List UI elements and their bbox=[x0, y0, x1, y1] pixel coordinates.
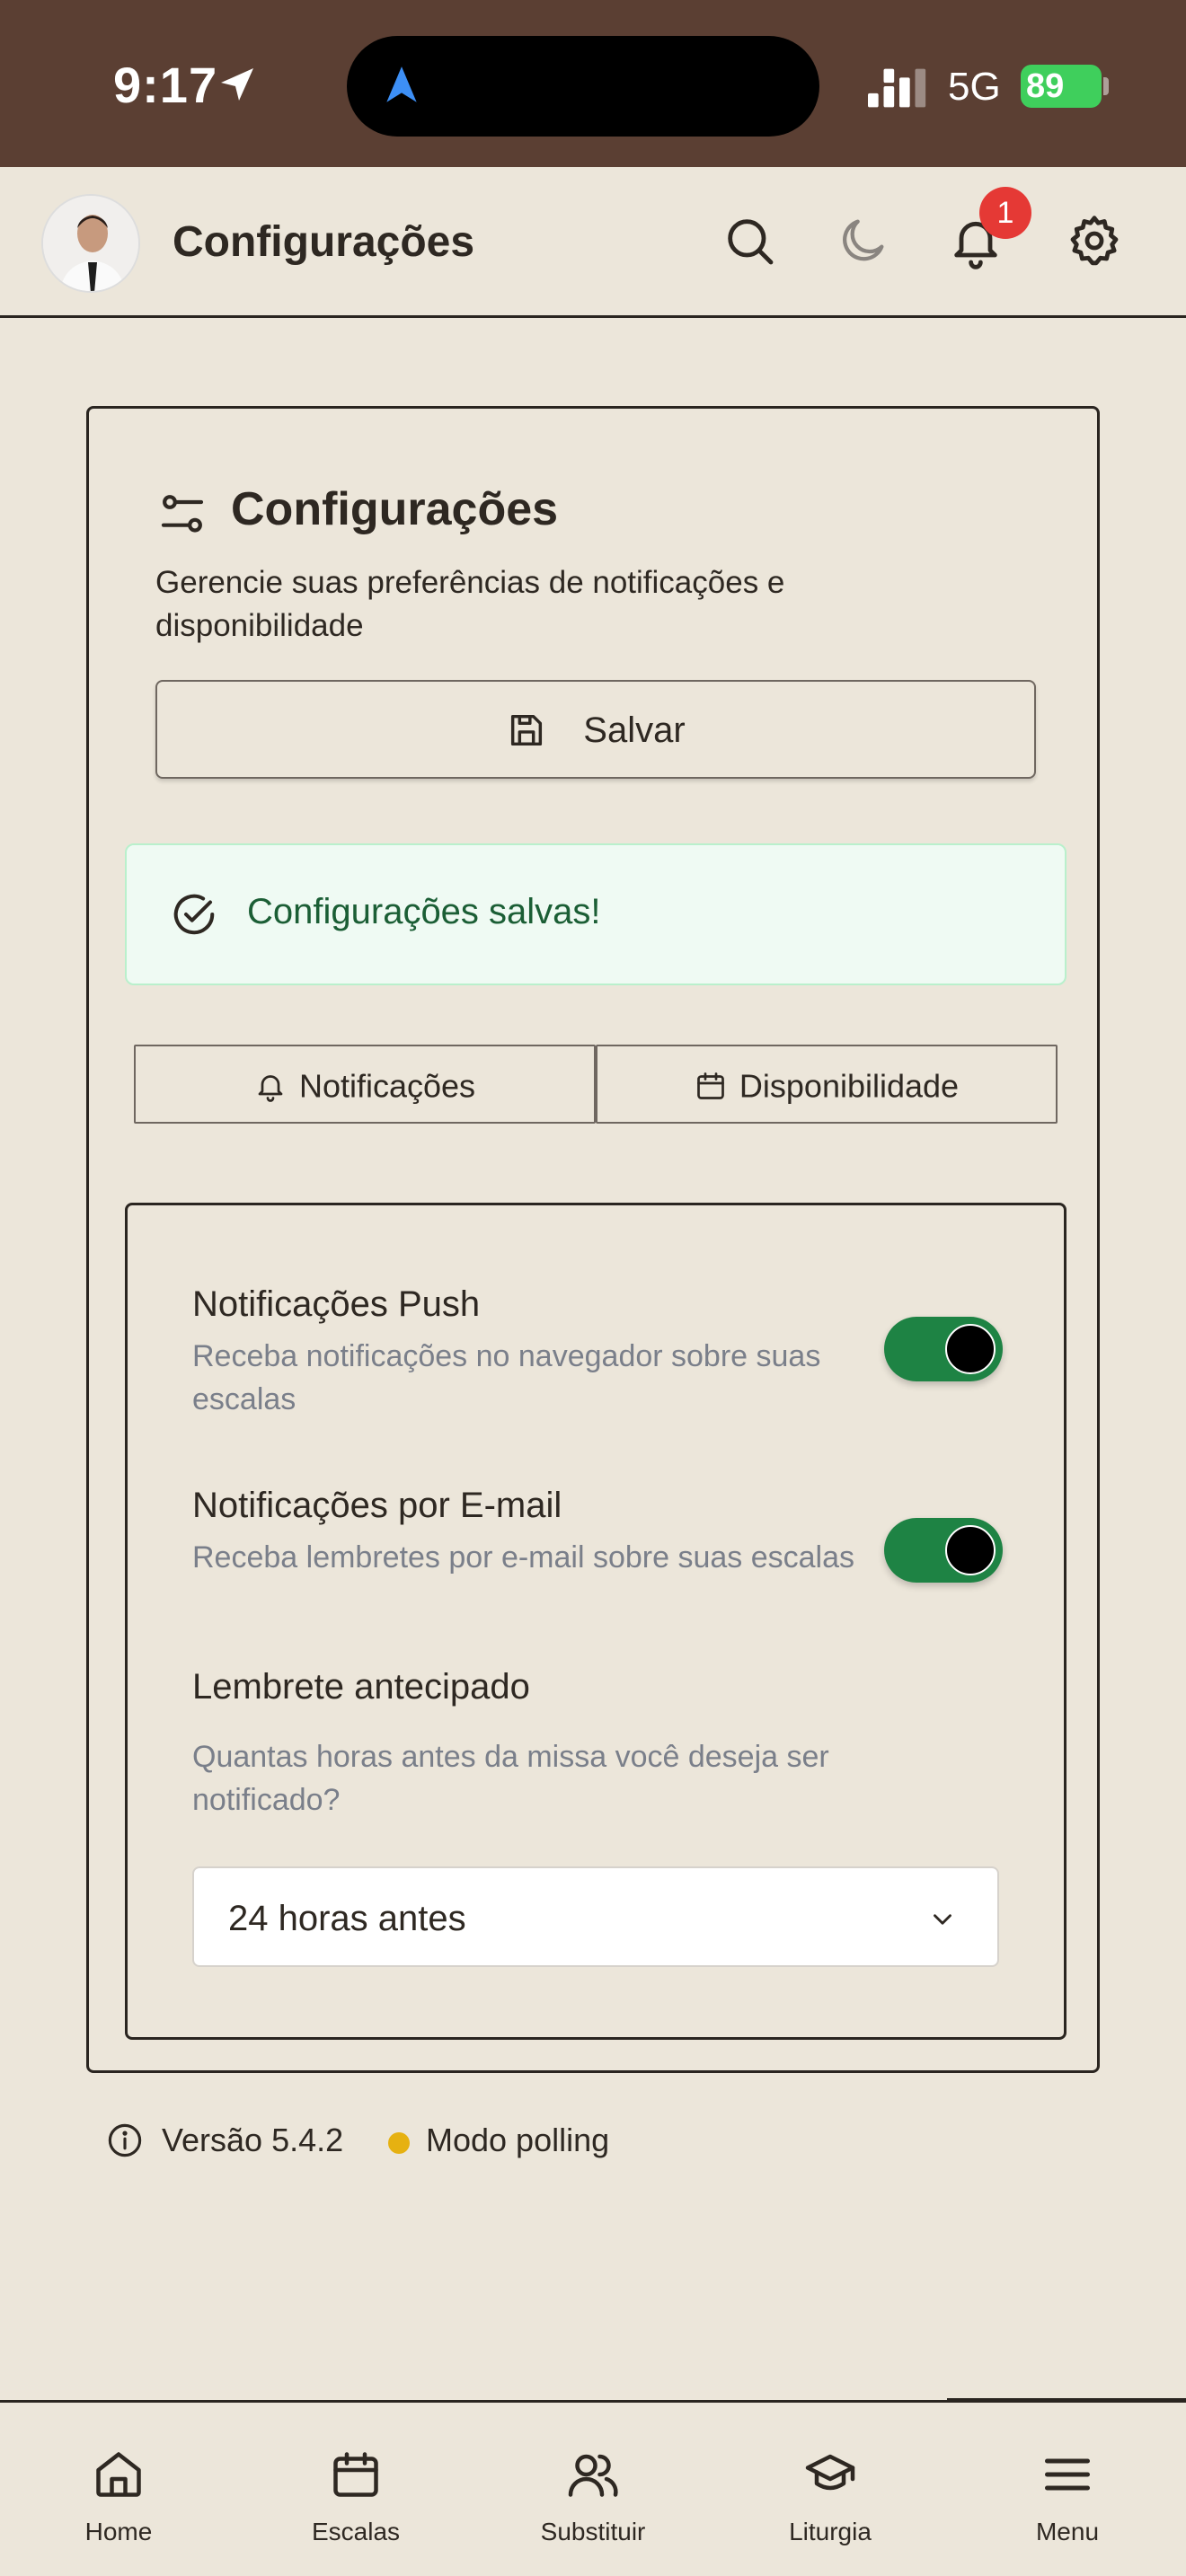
nav-substituir[interactable]: Substituir bbox=[474, 2403, 712, 2576]
page-title: Configurações bbox=[173, 218, 475, 266]
graduation-cap-icon bbox=[805, 2454, 855, 2491]
tab-label: Disponibilidade bbox=[739, 1067, 960, 1105]
network-type: 5G bbox=[948, 65, 1001, 109]
nav-label: Escalas bbox=[311, 2518, 401, 2545]
tab-notificacoes[interactable]: Notificações bbox=[134, 1045, 596, 1124]
save-icon bbox=[511, 715, 543, 746]
signal-icon bbox=[868, 68, 926, 108]
status-bar: 9:17 5G 89 bbox=[0, 0, 1186, 167]
home-icon bbox=[96, 2452, 141, 2497]
success-alert: Configurações salvas! bbox=[125, 843, 1067, 985]
reminder-select[interactable]: 24 horas antes bbox=[192, 1866, 999, 1967]
bell-icon bbox=[258, 1075, 283, 1103]
nav-label: Menu bbox=[1035, 2518, 1100, 2545]
calendar-icon bbox=[697, 1072, 724, 1100]
status-time: 9:17 bbox=[113, 57, 218, 113]
nav-label: Liturgia bbox=[789, 2518, 872, 2545]
mode-status-dot bbox=[388, 2132, 410, 2154]
navigation-icon bbox=[386, 66, 417, 102]
card-description: Gerencie suas preferências de notificaçõ… bbox=[155, 565, 785, 643]
dynamic-island bbox=[347, 36, 819, 137]
reminder-selected-value: 24 horas antes bbox=[228, 1899, 466, 1938]
calendar-icon bbox=[333, 2452, 378, 2497]
tab-label: Notificações bbox=[298, 1067, 476, 1105]
location-arrow-icon bbox=[221, 68, 253, 101]
moon-icon[interactable] bbox=[834, 212, 891, 269]
toggle-knob bbox=[945, 1525, 996, 1575]
nav-menu[interactable]: Menu bbox=[949, 2403, 1186, 2576]
app-header: Configurações 1 bbox=[0, 167, 1186, 318]
card-title: Configurações bbox=[231, 483, 559, 535]
users-icon bbox=[568, 2454, 618, 2497]
check-circle-icon bbox=[173, 894, 215, 935]
sliders-icon bbox=[161, 495, 204, 533]
settings-tabs: Notificações Disponibilidade bbox=[134, 1045, 1058, 1124]
notifications-panel: Notificações Push Receba notificações no… bbox=[125, 1203, 1067, 2040]
email-description: Receba lembretes por e-mail sobre suas e… bbox=[192, 1540, 855, 1575]
avatar-image bbox=[43, 196, 138, 291]
battery-level: 89 bbox=[1026, 67, 1065, 105]
alert-message: Configurações salvas! bbox=[247, 892, 601, 931]
bottom-navigation: Home Escalas Substituir Liturgia Menu bbox=[0, 2400, 1186, 2576]
toggle-knob bbox=[945, 1324, 996, 1374]
reminder-title: Lembrete antecipado bbox=[192, 1667, 530, 1707]
search-icon[interactable] bbox=[721, 212, 778, 269]
tab-disponibilidade[interactable]: Disponibilidade bbox=[596, 1045, 1058, 1124]
nav-escalas[interactable]: Escalas bbox=[237, 2403, 474, 2576]
version-label: Versão 5.4.2 bbox=[162, 2122, 344, 2158]
battery-indicator: 89 bbox=[1021, 65, 1102, 108]
mode-label: Modo polling bbox=[426, 2122, 610, 2158]
nav-label: Home bbox=[84, 2518, 153, 2545]
nav-liturgia[interactable]: Liturgia bbox=[712, 2403, 949, 2576]
email-title: Notificações por E-mail bbox=[192, 1486, 562, 1525]
menu-icon bbox=[1045, 2458, 1090, 2491]
push-description: Receba notificações no navegador sobre s… bbox=[192, 1339, 821, 1416]
battery-cap bbox=[1103, 77, 1109, 95]
save-button[interactable]: Salvar bbox=[155, 680, 1036, 779]
reminder-description: Quantas horas antes da missa você deseja… bbox=[192, 1740, 829, 1817]
save-label: Salvar bbox=[583, 710, 686, 750]
avatar[interactable] bbox=[41, 194, 140, 293]
push-toggle[interactable] bbox=[884, 1317, 1003, 1381]
email-toggle[interactable] bbox=[884, 1518, 1003, 1583]
nav-label: Substituir bbox=[540, 2518, 646, 2545]
push-title: Notificações Push bbox=[192, 1284, 481, 1324]
info-icon bbox=[108, 2123, 142, 2157]
settings-card: Configurações Gerencie suas preferências… bbox=[86, 406, 1100, 2073]
notification-badge: 1 bbox=[979, 187, 1031, 239]
gear-icon[interactable] bbox=[1066, 212, 1123, 269]
chevron-down-icon bbox=[934, 1914, 951, 1925]
nav-home[interactable]: Home bbox=[0, 2403, 237, 2576]
